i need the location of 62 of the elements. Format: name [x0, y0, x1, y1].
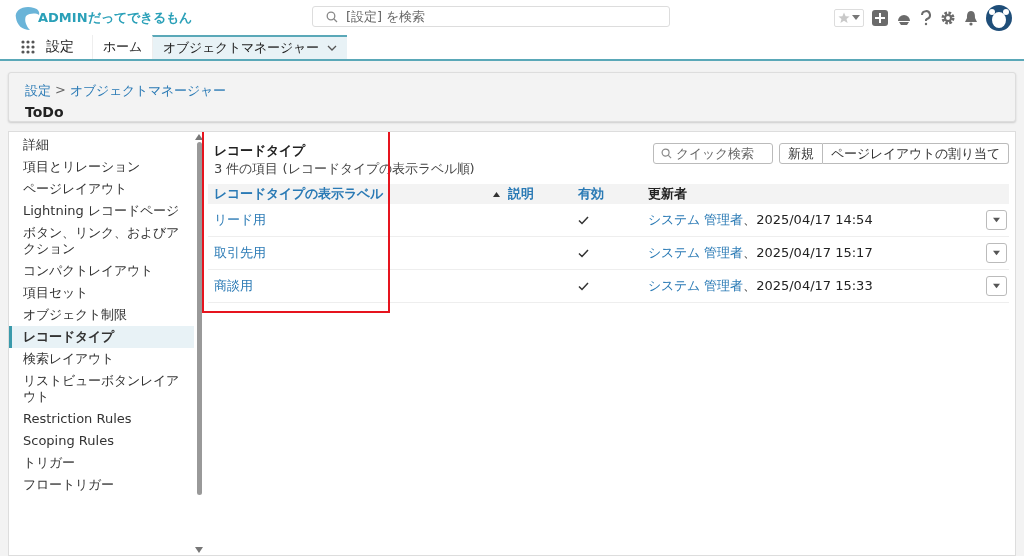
modified-date: 、2025/04/17 14:54 — [743, 212, 873, 227]
scrollbar[interactable] — [194, 132, 204, 555]
column-header[interactable]: 有効 — [578, 186, 604, 201]
nav-tab[interactable]: オブジェクトマネージャー — [152, 35, 347, 59]
sidebar-item[interactable]: ボタン、リンク、およびアクション — [9, 222, 194, 260]
avatar-icon[interactable] — [986, 4, 1012, 31]
user-link[interactable]: システム 管理者 — [648, 212, 744, 227]
caret-icon — [993, 283, 1000, 289]
column-header[interactable]: レコードタイプの表示ラベル — [214, 185, 383, 203]
record-type-link[interactable]: 商談用 — [214, 277, 253, 295]
modified-date: 、2025/04/17 15:17 — [743, 245, 873, 260]
breadcrumb-link[interactable]: 設定 — [25, 82, 51, 100]
row-menu-button[interactable] — [986, 276, 1007, 296]
caret-icon — [852, 14, 860, 21]
help-icon[interactable] — [920, 9, 932, 26]
sidebar-item[interactable]: 項目セット — [9, 282, 194, 304]
search-icon — [661, 148, 672, 159]
caret-icon — [993, 217, 1000, 223]
sidebar-item[interactable]: 詳細 — [9, 134, 194, 156]
record-type-link[interactable]: リード用 — [214, 211, 266, 229]
chevron-icon[interactable] — [327, 45, 337, 51]
row-menu-button[interactable] — [986, 210, 1007, 230]
user-link[interactable]: システム 管理者 — [648, 245, 744, 260]
sidebar-item[interactable]: 検索レイアウト — [9, 348, 194, 370]
scroll-up-icon[interactable] — [195, 134, 203, 140]
sidebar-item[interactable]: コンパクトレイアウト — [9, 260, 194, 282]
sidebar-item[interactable]: フロートリガー — [9, 474, 194, 496]
bell-icon[interactable] — [964, 9, 978, 26]
action-button[interactable]: 新規 — [779, 143, 823, 164]
sidebar-item[interactable]: Scoping Rules — [9, 430, 194, 452]
column-header[interactable]: 説明 — [508, 186, 534, 201]
sidebar-item[interactable]: トリガー — [9, 452, 194, 474]
action-button[interactable]: ページレイアウトの割り当て — [823, 143, 1009, 164]
sidebar-item[interactable]: ページレイアウト — [9, 178, 194, 200]
quick-search-field[interactable]: クイック検索 — [653, 143, 773, 164]
row-menu-button[interactable] — [986, 243, 1007, 263]
star-icon — [838, 11, 850, 24]
search-icon — [326, 11, 338, 23]
sort-icon[interactable] — [493, 191, 500, 197]
search-field[interactable]: [設定] を検索 — [312, 6, 670, 27]
caret-icon — [993, 250, 1000, 256]
modified-date: 、2025/04/17 15:33 — [743, 278, 873, 293]
plus-icon[interactable] — [872, 9, 888, 26]
app-name: 設定 — [46, 38, 74, 56]
sidebar-item[interactable]: Restriction Rules — [9, 408, 194, 430]
app-launcher-icon[interactable] — [20, 39, 36, 55]
logo-text: ADMINだってできるもん — [38, 8, 192, 27]
scroll-down-icon[interactable] — [195, 547, 203, 553]
favorites-button[interactable] — [834, 8, 864, 27]
breadcrumb-separator: > — [55, 82, 66, 99]
sidebar-item[interactable]: リストビューボタンレイアウト — [9, 370, 194, 408]
sidebar-item[interactable]: レコードタイプ — [9, 326, 194, 348]
section-title: レコードタイプ — [214, 142, 307, 160]
sidebar-item[interactable]: オブジェクト制限 — [9, 304, 194, 326]
record-type-link[interactable]: 取引先用 — [214, 244, 266, 262]
sidebar-item[interactable]: 項目とリレーション — [9, 156, 194, 178]
user-link[interactable]: システム 管理者 — [648, 278, 744, 293]
settings-icon[interactable] — [940, 9, 956, 26]
breadcrumb-link[interactable]: オブジェクトマネージャー — [69, 82, 226, 100]
page-title: ToDo — [25, 104, 65, 120]
sidebar-item[interactable]: Lightning レコードページ — [9, 200, 194, 222]
column-header[interactable]: 更新者 — [648, 186, 687, 201]
